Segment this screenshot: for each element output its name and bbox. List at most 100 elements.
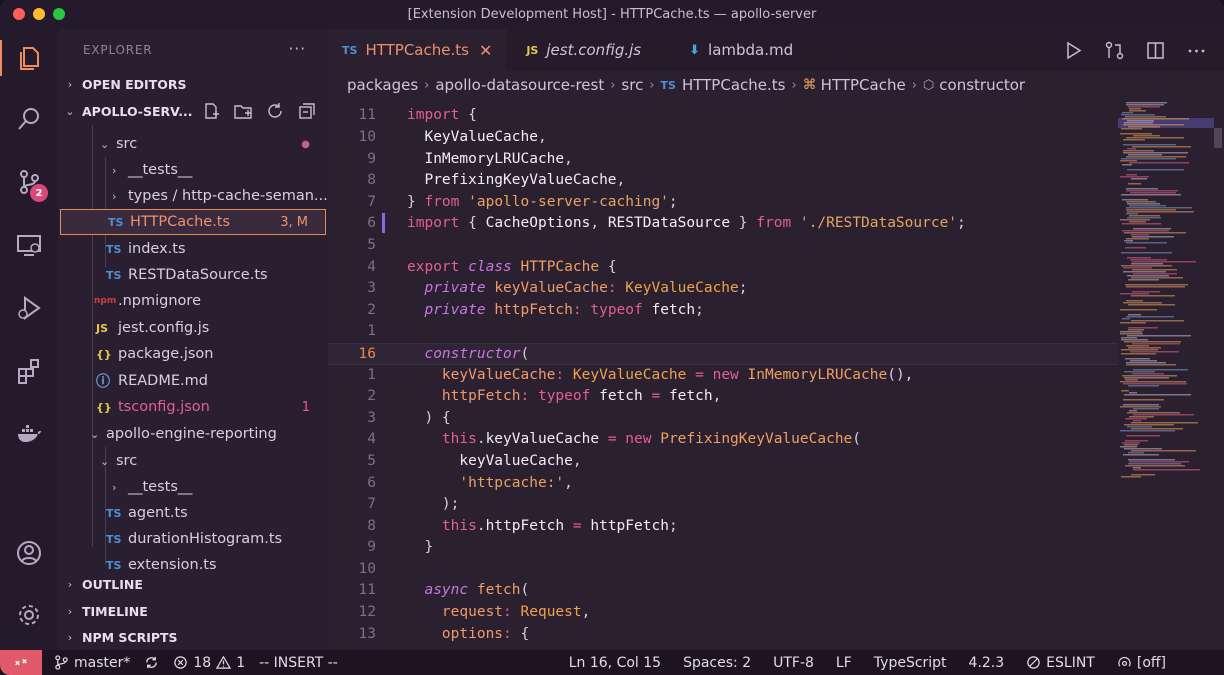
- tree-file-index[interactable]: TS index.ts: [58, 236, 328, 262]
- tree-file-tsconfig[interactable]: {} tsconfig.json 1: [58, 394, 328, 420]
- timeline-section[interactable]: › TIMELINE: [58, 598, 328, 624]
- open-editors-section[interactable]: › OPEN EDITORS: [58, 71, 328, 97]
- tree-file-packagejson[interactable]: {} package.json: [58, 341, 328, 367]
- code-editor[interactable]: 11 import {10 KeyValueCache, 9 InMemoryLRU…: [328, 98, 1224, 650]
- code-line[interactable]: 5 keyValueCache,: [328, 450, 1118, 472]
- code-line[interactable]: 6 'httpcache:',: [328, 472, 1118, 494]
- outline-section[interactable]: › OUTLINE: [58, 571, 328, 597]
- collapse-all-icon[interactable]: [298, 102, 316, 120]
- code-line[interactable]: 4 this.keyValueCache = new PrefixingKeyV…: [328, 428, 1118, 450]
- branch-indicator[interactable]: master*: [54, 655, 130, 671]
- code-line[interactable]: 8 this.httpFetch = httpFetch;: [328, 515, 1118, 537]
- remote-indicator[interactable]: [0, 650, 42, 675]
- maximize-window-button[interactable]: [53, 8, 65, 20]
- tree-file-npmignore[interactable]: npm .npmignore: [58, 288, 328, 314]
- code-line[interactable]: 11 async fetch(: [328, 579, 1118, 601]
- tree-label: package.json: [118, 346, 214, 362]
- refresh-icon[interactable]: [266, 102, 284, 120]
- npm-scripts-section[interactable]: › NPM SCRIPTS: [58, 624, 328, 650]
- breadcrumb-item[interactable]: constructor: [939, 76, 1025, 94]
- code-line[interactable]: 9 }: [328, 536, 1118, 558]
- code-line[interactable]: 3 ) {: [328, 407, 1118, 429]
- source-control-activity[interactable]: 2: [0, 158, 58, 206]
- breadcrumb-item[interactable]: HTTPCache.ts: [682, 76, 786, 94]
- cursor-position[interactable]: Ln 16, Col 15: [569, 655, 661, 671]
- encoding[interactable]: UTF-8: [773, 655, 814, 671]
- tree-file-restdatasource[interactable]: TS RESTDataSource.ts: [58, 262, 328, 288]
- code-line[interactable]: 10 KeyValueCache,: [328, 126, 1118, 148]
- code-line[interactable]: 8 PrefixingKeyValueCache,: [328, 169, 1118, 191]
- tab-jestconfig[interactable]: JS jest.config.js: [506, 29, 655, 71]
- code-line[interactable]: 5: [328, 234, 1118, 256]
- chevron-right-icon: ›: [67, 577, 73, 591]
- accounts-activity[interactable]: [0, 529, 58, 577]
- breadcrumb-item[interactable]: apollo-datasource-rest: [435, 76, 604, 94]
- run-debug-activity[interactable]: [0, 284, 58, 332]
- language-mode[interactable]: TypeScript: [874, 655, 947, 671]
- tree-folder-types[interactable]: › types / http-cache-seman...: [58, 183, 328, 209]
- open-changes-icon[interactable]: [1105, 41, 1124, 60]
- code-line[interactable]: 4 export class HTTPCache {: [328, 256, 1118, 278]
- tab-httpcache[interactable]: TS HTTPCache.ts ✕: [328, 29, 507, 71]
- sync-icon: [146, 656, 158, 669]
- project-section[interactable]: ⌄ APOLLO-SERV...: [58, 98, 328, 124]
- code-line[interactable]: 11 import {: [328, 104, 1118, 126]
- code-line[interactable]: 7} from 'apollo-server-caching';: [328, 191, 1118, 213]
- breadcrumb-item[interactable]: packages: [347, 76, 418, 94]
- code-line[interactable]: 12 request: Request,: [328, 601, 1118, 623]
- code-line[interactable]: 2 private httpFetch: typeof fetch;: [328, 299, 1118, 321]
- docker-activity[interactable]: [0, 410, 58, 458]
- git-branch-icon: [55, 655, 68, 670]
- code-line[interactable]: 1 keyValueCache: KeyValueCache = new InM…: [328, 364, 1118, 386]
- code-line[interactable]: 13 options: {: [328, 623, 1118, 645]
- code-line[interactable]: 9 InMemoryLRUCache,: [328, 148, 1118, 170]
- breadcrumb-item[interactable]: src: [621, 76, 643, 94]
- line-number: 5: [367, 452, 376, 469]
- code-line[interactable]: 3 private keyValueCache: KeyValueCache;: [328, 277, 1118, 299]
- run-icon[interactable]: [1064, 41, 1083, 60]
- end-of-line[interactable]: LF: [836, 655, 852, 671]
- explorer-activity[interactable]: [0, 34, 58, 82]
- split-editor-icon[interactable]: [1146, 41, 1165, 60]
- live-share-status[interactable]: [off]: [1117, 655, 1166, 671]
- problems-indicator[interactable]: 18 1: [173, 655, 245, 671]
- minimap[interactable]: [1118, 98, 1214, 650]
- code-line[interactable]: 7 );: [328, 493, 1118, 515]
- more-actions-icon[interactable]: ···: [288, 39, 306, 58]
- tree-file-jestconfig[interactable]: JS jest.config.js: [58, 315, 328, 341]
- code-text: ) {: [407, 409, 451, 426]
- tree-label: agent.ts: [128, 505, 188, 521]
- search-activity[interactable]: [0, 95, 58, 143]
- code-line[interactable]: 2 httpFetch: typeof fetch = fetch,: [328, 385, 1118, 407]
- tab-lambda[interactable]: ⬇ lambda.md: [655, 29, 807, 71]
- manage-activity[interactable]: [0, 591, 58, 639]
- remote-explorer-activity[interactable]: [0, 221, 58, 269]
- tree-file-httpcache[interactable]: TS HTTPCache.ts 3, M: [60, 209, 326, 235]
- code-line[interactable]: 1: [328, 320, 1118, 342]
- extensions-activity[interactable]: [0, 347, 58, 395]
- code-line[interactable]: 10: [328, 558, 1118, 580]
- indentation[interactable]: Spaces: 2: [683, 655, 751, 671]
- sync-button[interactable]: [144, 655, 159, 670]
- close-icon[interactable]: ✕: [479, 41, 492, 60]
- breadcrumb-item[interactable]: HTTPCache: [821, 76, 906, 94]
- tree-folder-engine-reporting[interactable]: ⌄ apollo-engine-reporting: [58, 421, 328, 447]
- code-line[interactable]: 16 constructor(: [328, 343, 1118, 365]
- tree-file-durationhistogram[interactable]: TS durationHistogram.ts: [58, 526, 328, 552]
- tree-file-agent[interactable]: TS agent.ts: [58, 500, 328, 526]
- eslint-status[interactable]: ESLINT: [1026, 655, 1095, 671]
- tree-file-readme[interactable]: ⓘ README.md: [58, 368, 328, 394]
- scrollbar-thumb[interactable]: [1214, 128, 1222, 148]
- close-window-button[interactable]: [13, 8, 25, 20]
- tree-folder-src-2[interactable]: ⌄ src: [58, 448, 328, 474]
- json-file-icon: {}: [96, 347, 112, 361]
- code-line[interactable]: 6 import { CacheOptions, RESTDataSource }…: [328, 212, 1118, 234]
- typescript-version[interactable]: 4.2.3: [969, 655, 1005, 671]
- more-icon[interactable]: [1187, 41, 1206, 60]
- new-file-icon[interactable]: [202, 102, 220, 120]
- tree-folder-tests-2[interactable]: › __tests__: [58, 474, 328, 500]
- minimize-window-button[interactable]: [33, 8, 45, 20]
- new-folder-icon[interactable]: [234, 102, 252, 120]
- tree-folder-tests[interactable]: › __tests__: [58, 157, 328, 183]
- tree-folder-src[interactable]: ⌄ src ●: [58, 131, 328, 157]
